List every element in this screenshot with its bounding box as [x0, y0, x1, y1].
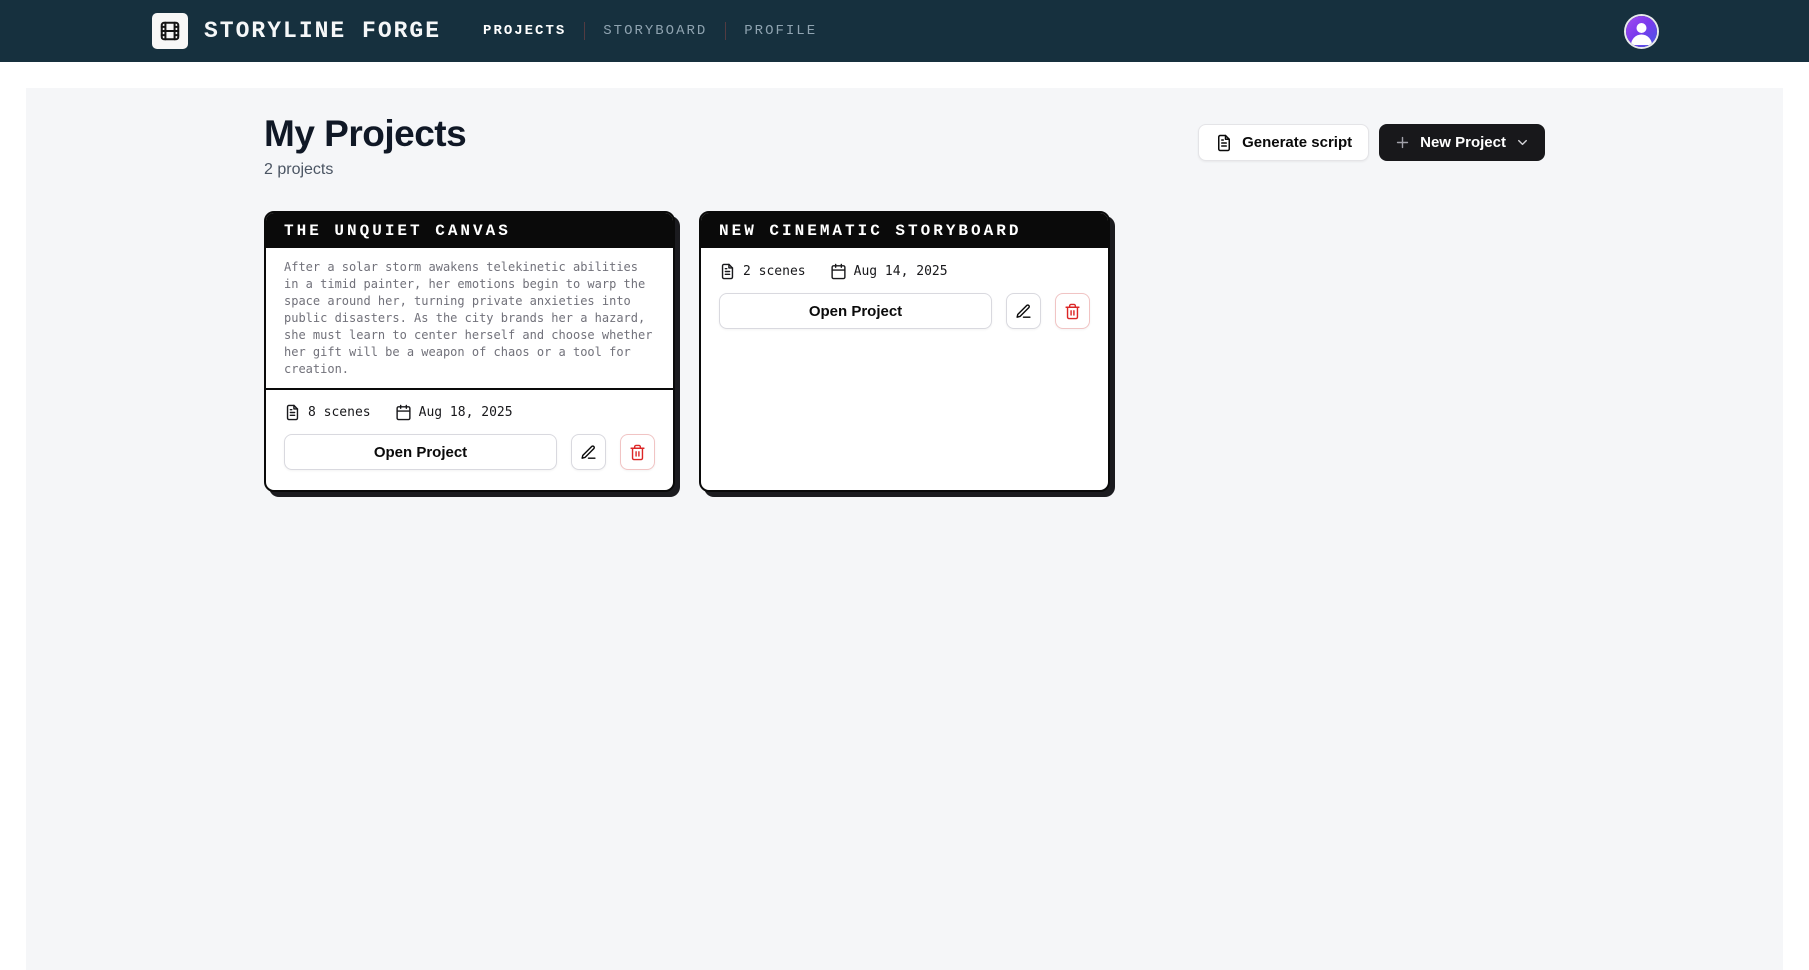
- project-card-footer: 8 scenes Aug 18, 2025 Open Project: [266, 390, 673, 484]
- project-card-body: 2 scenes Aug 14, 2025 Open Project: [701, 248, 1108, 344]
- title-block: My Projects 2 projects: [264, 113, 467, 179]
- pen-icon: [580, 444, 597, 461]
- chevron-down-icon: [1515, 135, 1530, 150]
- user-icon: [1626, 16, 1657, 47]
- page-title: My Projects: [264, 113, 467, 154]
- project-card-buttons: Open Project: [719, 293, 1090, 329]
- main-nav: PROJECTS STORYBOARD PROFILE: [483, 22, 817, 40]
- open-project-button[interactable]: Open Project: [284, 434, 557, 470]
- project-card-title: THE UNQUIET CANVAS: [266, 213, 673, 248]
- title-row: My Projects 2 projects Generate script N…: [264, 113, 1545, 179]
- new-project-button[interactable]: New Project: [1379, 124, 1545, 161]
- plus-icon: [1394, 134, 1411, 151]
- delete-project-button[interactable]: [620, 434, 655, 470]
- brand-title: STORYLINE FORGE: [204, 18, 442, 44]
- page-panel: My Projects 2 projects Generate script N…: [26, 88, 1783, 970]
- delete-project-button[interactable]: [1055, 293, 1090, 329]
- file-text-icon: [719, 263, 736, 280]
- page-content: My Projects 2 projects Generate script N…: [264, 88, 1545, 492]
- file-text-icon: [1215, 134, 1233, 152]
- edit-project-button[interactable]: [571, 434, 606, 470]
- scene-count: 2 scenes: [719, 263, 806, 280]
- new-project-label: New Project: [1420, 134, 1506, 151]
- project-date: Aug 14, 2025: [830, 263, 948, 280]
- project-description: After a solar storm awakens telekinetic …: [266, 248, 673, 390]
- project-date-label: Aug 18, 2025: [418, 405, 513, 420]
- generate-script-label: Generate script: [1242, 134, 1353, 151]
- edit-project-button[interactable]: [1006, 293, 1041, 329]
- pen-icon: [1015, 303, 1032, 320]
- scene-count-label: 8 scenes: [308, 405, 371, 420]
- project-card: NEW CINEMATIC STORYBOARD 2 scenes Aug 14…: [699, 211, 1110, 492]
- scene-count: 8 scenes: [284, 404, 371, 421]
- nav-separator: [725, 22, 727, 40]
- project-card: THE UNQUIET CANVAS After a solar storm a…: [264, 211, 675, 492]
- nav-separator: [584, 22, 586, 40]
- trash-icon: [629, 444, 646, 461]
- nav-profile[interactable]: PROFILE: [744, 23, 817, 39]
- app-header: STORYLINE FORGE PROJECTS STORYBOARD PROF…: [0, 0, 1809, 62]
- project-date-label: Aug 14, 2025: [853, 264, 948, 279]
- trash-icon: [1064, 303, 1081, 320]
- header-inner: STORYLINE FORGE PROJECTS STORYBOARD PROF…: [136, 0, 1673, 62]
- film-icon: [159, 20, 181, 42]
- scene-count-label: 2 scenes: [743, 264, 806, 279]
- open-project-button[interactable]: Open Project: [719, 293, 992, 329]
- project-card-title: NEW CINEMATIC STORYBOARD: [701, 213, 1108, 248]
- generate-script-button[interactable]: Generate script: [1198, 124, 1370, 161]
- app-logo[interactable]: [152, 13, 188, 49]
- project-card-grid: THE UNQUIET CANVAS After a solar storm a…: [264, 211, 1545, 492]
- project-count: 2 projects: [264, 161, 334, 178]
- project-date: Aug 18, 2025: [395, 404, 513, 421]
- file-text-icon: [284, 404, 301, 421]
- nav-storyboard[interactable]: STORYBOARD: [603, 23, 707, 39]
- user-avatar[interactable]: [1626, 15, 1657, 47]
- calendar-icon: [395, 404, 412, 421]
- calendar-icon: [830, 263, 847, 280]
- project-meta: 2 scenes Aug 14, 2025: [719, 263, 1090, 280]
- nav-projects[interactable]: PROJECTS: [483, 23, 566, 39]
- page-actions: Generate script New Project: [1198, 124, 1545, 161]
- project-meta: 8 scenes Aug 18, 2025: [284, 404, 655, 421]
- project-card-buttons: Open Project: [284, 434, 655, 470]
